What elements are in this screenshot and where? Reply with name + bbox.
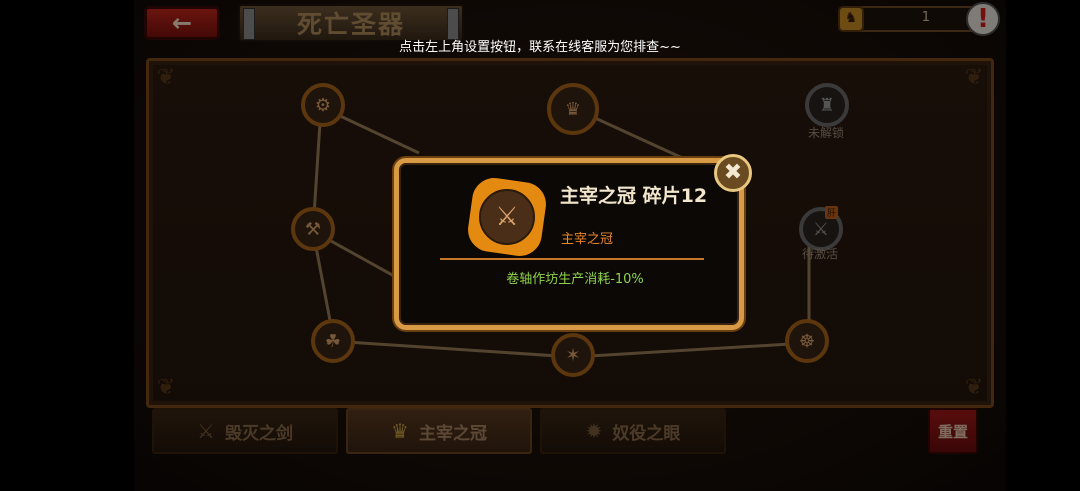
dialog-subtitle: 主宰之冠 bbox=[561, 232, 614, 247]
dialog-title: 主宰之冠 碎片12 bbox=[560, 185, 708, 207]
dialog-effect-text: 卷轴作坊生产消耗-10% bbox=[506, 272, 644, 287]
support-hint: 点击左上角设置按钮，联系在线客服为您排查~~ bbox=[399, 40, 681, 55]
fragment-icon-frame: ⚔ bbox=[465, 175, 549, 259]
close-icon: ✖ bbox=[723, 160, 743, 185]
dialog-divider bbox=[440, 258, 704, 260]
close-button[interactable]: ✖ bbox=[714, 154, 752, 192]
sword-shield-icon: ⚔ bbox=[495, 202, 519, 232]
